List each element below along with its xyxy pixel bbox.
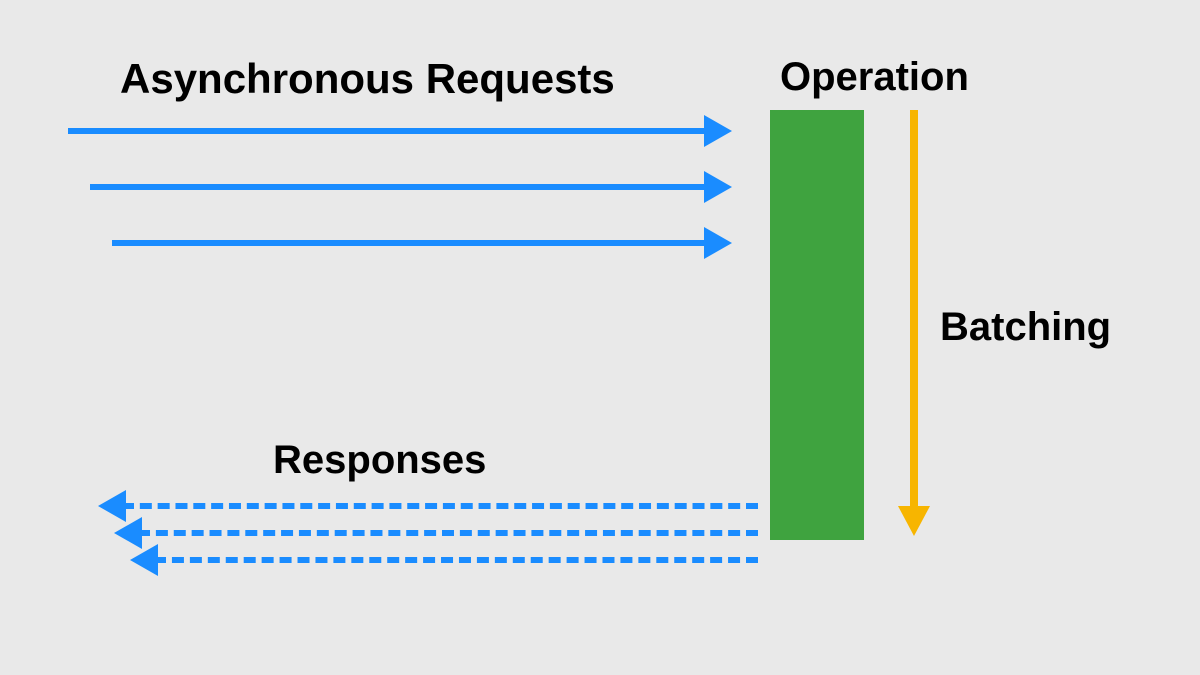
- operation-label: Operation: [780, 55, 969, 100]
- response-arrow: [138, 530, 758, 536]
- request-arrow: [68, 128, 708, 134]
- requests-label: Asynchronous Requests: [120, 55, 615, 103]
- operation-box: [770, 110, 864, 540]
- request-arrow: [90, 184, 708, 190]
- batching-arrow: [910, 110, 918, 510]
- response-arrow: [154, 557, 758, 563]
- request-arrow: [112, 240, 708, 246]
- response-arrow: [122, 503, 758, 509]
- responses-label: Responses: [273, 438, 486, 483]
- batching-label: Batching: [940, 305, 1111, 350]
